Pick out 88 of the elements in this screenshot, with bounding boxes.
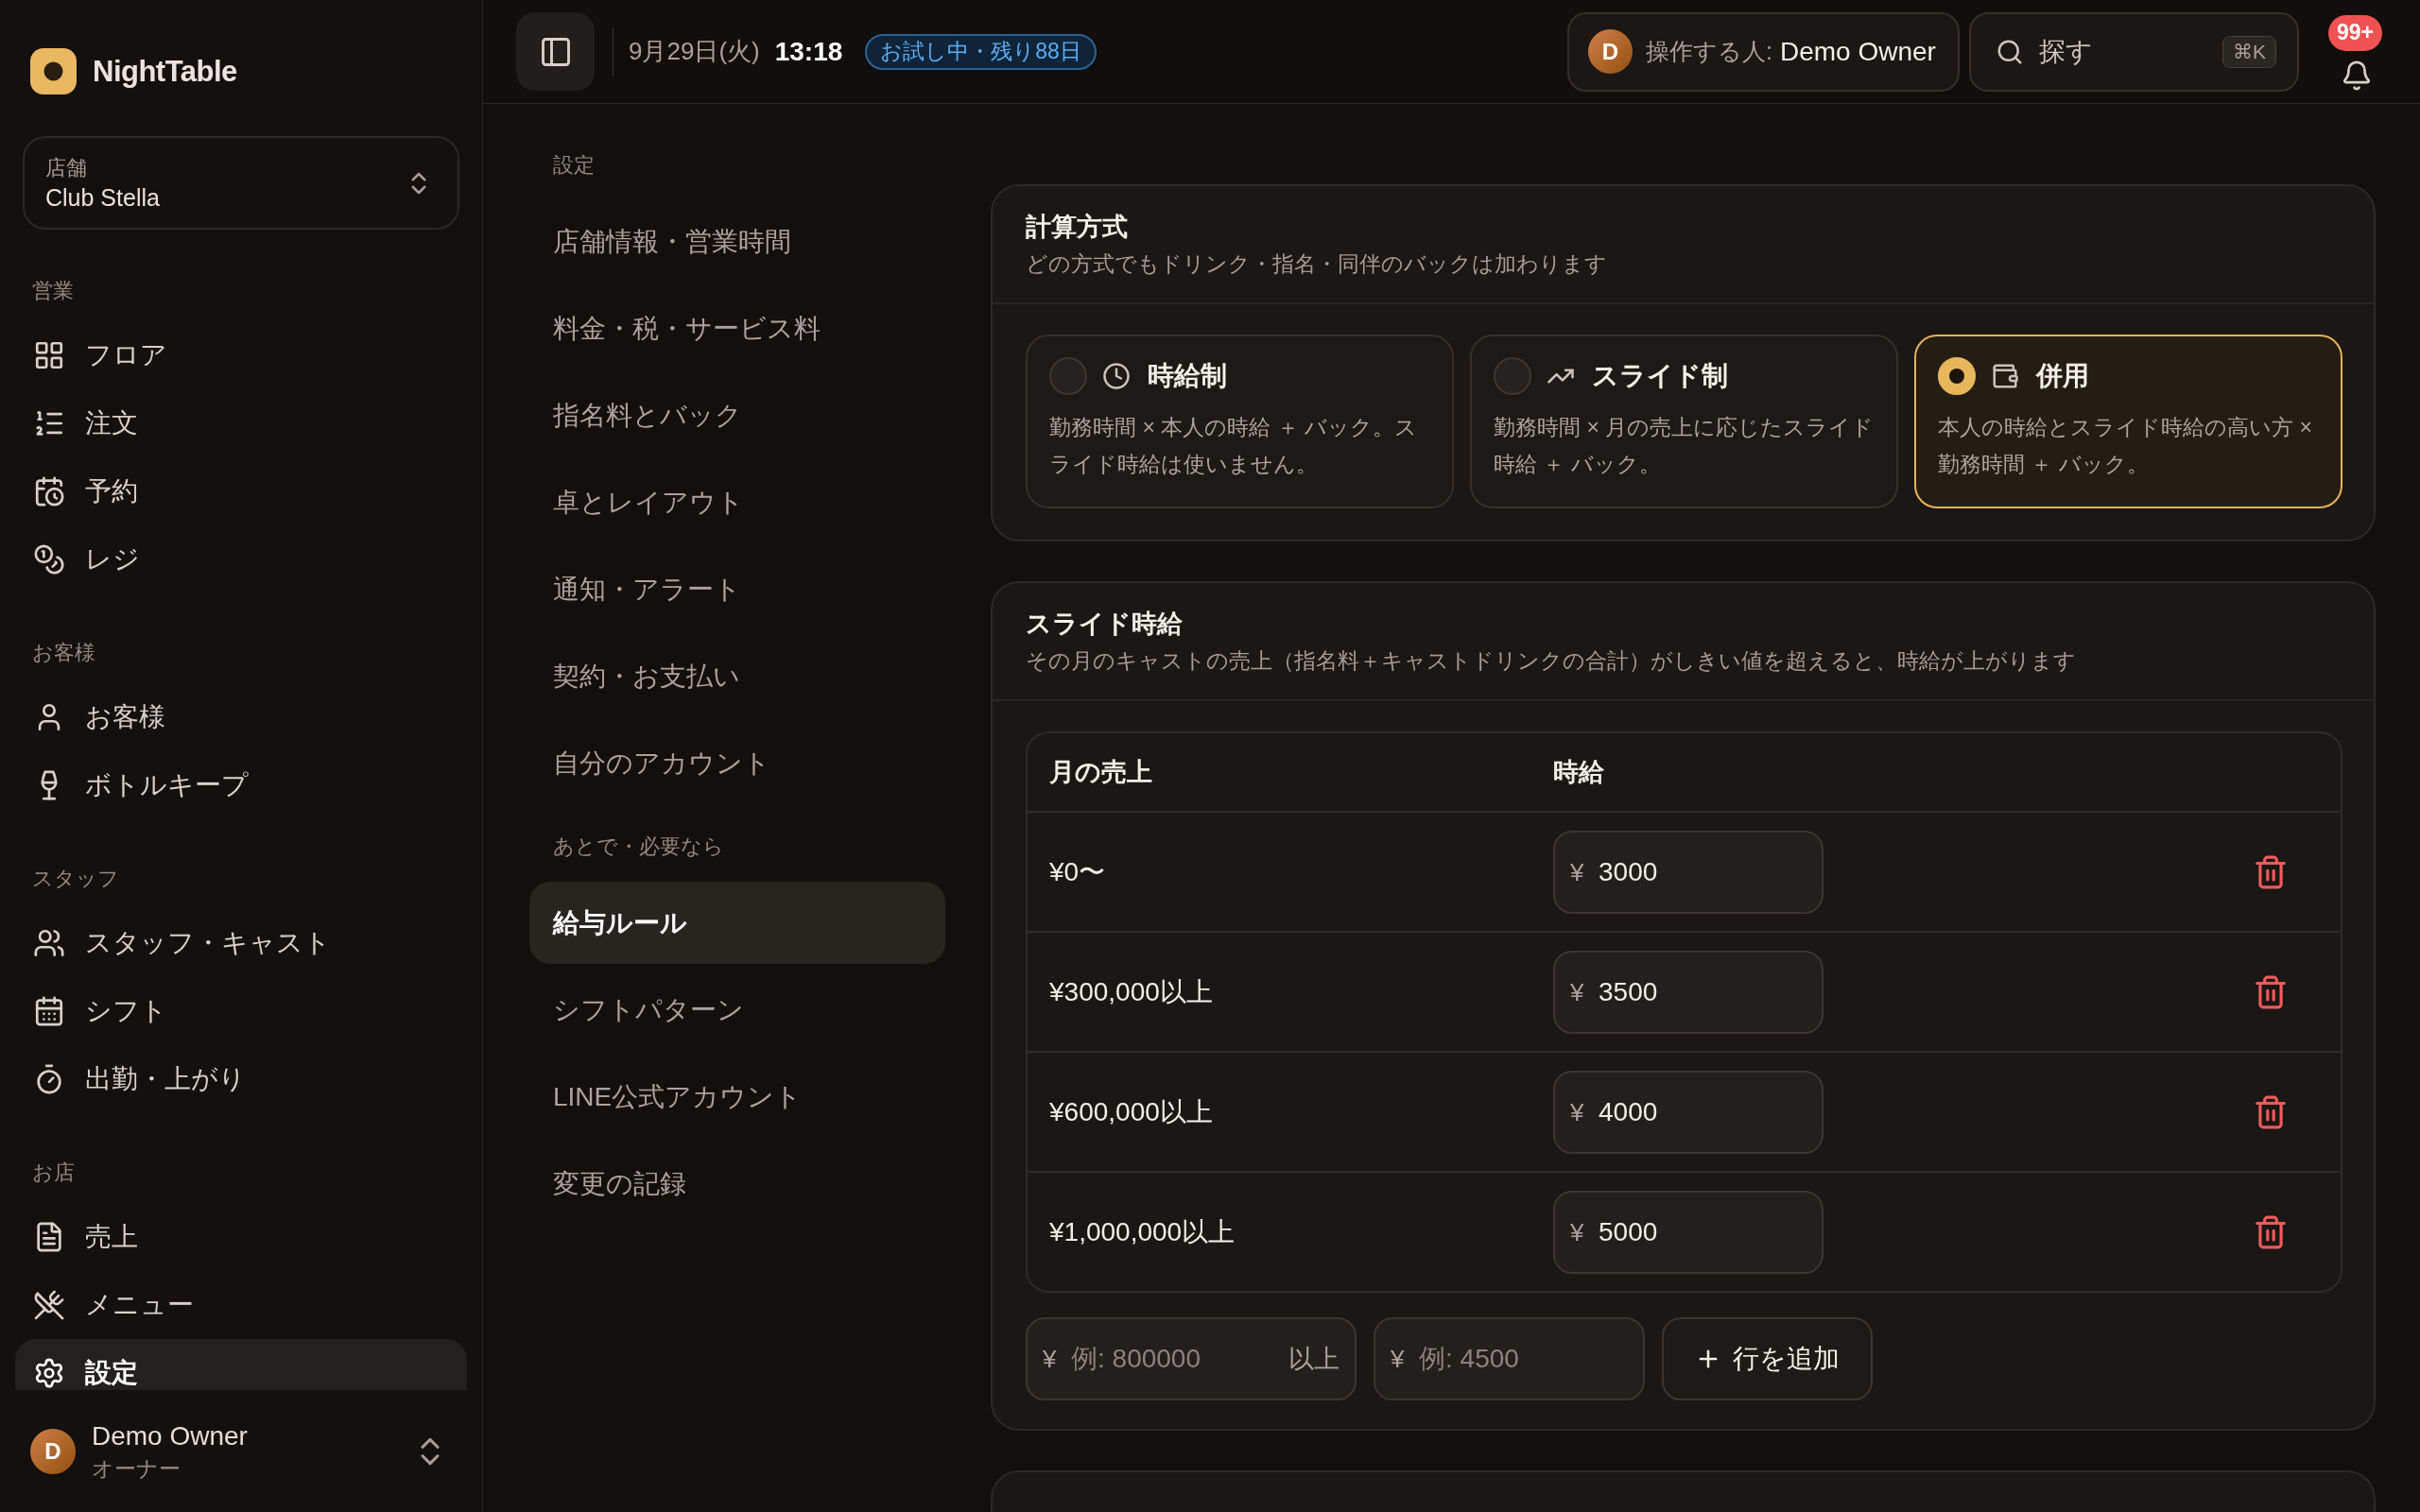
sidebar-item[interactable]: 予約 <box>15 457 467 525</box>
date-text: 9月29日(火) <box>629 36 760 67</box>
clock-icon <box>1102 362 1131 390</box>
people-icon <box>33 927 65 959</box>
user-avatar: D <box>30 1428 76 1474</box>
trash-icon[interactable] <box>2253 853 2289 890</box>
settings-nav-item[interactable]: 卓とレイアウト <box>529 461 945 543</box>
currency-sign: ¥ <box>1570 1097 1584 1126</box>
card-subtitle: どの方式でもドリンク・指名・同伴のバックは加わります <box>1026 250 1607 278</box>
sidebar-item[interactable]: 出勤・上がり <box>15 1045 467 1113</box>
card-title: スライド時給 <box>1026 609 1183 640</box>
trash-icon[interactable] <box>2253 1213 2289 1250</box>
card-title: 計算方式 <box>1026 212 1128 243</box>
nav-section-title: お店 <box>31 1160 76 1186</box>
settings-nav-item[interactable]: 給与ルール <box>529 882 945 964</box>
coins-icon <box>33 543 65 576</box>
store-selector[interactable]: 店舗 Club Stella <box>23 136 459 230</box>
radio-icon <box>1049 357 1087 395</box>
threshold-cell-text: ¥600,000以上 <box>1049 1095 1213 1128</box>
radio-icon <box>1494 357 1531 395</box>
operator-button[interactable]: D 操作する人: Demo Owner <box>1567 11 1960 92</box>
add-row-button[interactable]: 行を追加 <box>1662 1317 1873 1400</box>
sidebar-item[interactable]: スタッフ・キャスト <box>15 909 467 977</box>
currency-sign: ¥ <box>1570 857 1584 886</box>
settings-nav-item[interactable]: 指名料とバック <box>529 374 945 456</box>
threshold-cell-text: ¥1,000,000以上 <box>1049 1215 1236 1248</box>
search-button[interactable]: 探す ⌘K <box>1969 11 2299 92</box>
sidebar-item[interactable]: ボトルキープ <box>15 751 467 819</box>
column-header: 月の売上 <box>1049 757 1152 788</box>
column-header: 時給 <box>1553 757 1604 788</box>
wallet-icon <box>1991 362 2019 390</box>
currency-sign: ¥ <box>1570 977 1584 1006</box>
settings-nav-item[interactable]: 通知・アラート <box>529 548 945 630</box>
sidebar-item[interactable]: メニュー <box>15 1271 467 1339</box>
sidebar-item[interactable]: 注文 <box>15 389 467 457</box>
nav-section-title: お客様 <box>31 640 96 666</box>
currency-sign: ¥ <box>1391 1344 1405 1374</box>
settings-group-title: あとで・必要なら <box>552 833 725 860</box>
settings-nav-item[interactable]: 店舗情報・営業時間 <box>529 200 945 283</box>
calendar-clock-icon <box>33 475 65 507</box>
currency-sign: ¥ <box>1570 1217 1584 1246</box>
sidebar-item[interactable]: 売上 <box>15 1203 467 1271</box>
option-title: 併用 <box>2036 360 2089 392</box>
option-title: 時給制 <box>1148 360 1227 392</box>
nav-section-title: 営業 <box>31 278 75 304</box>
settings-nav-item[interactable]: LINE公式アカウント <box>529 1056 945 1138</box>
radio-icon <box>1938 357 1976 395</box>
settings-nav-item[interactable]: 変更の記録 <box>529 1143 945 1225</box>
fork-knife-icon <box>33 1289 65 1321</box>
threshold-cell-text: ¥300,000以上 <box>1049 975 1213 1008</box>
notification-badge: 99+ <box>2328 14 2382 51</box>
sidebar-item[interactable]: シフト <box>15 977 467 1045</box>
currency-sign: ¥ <box>1043 1344 1057 1374</box>
settings-group-title: 設定 <box>552 152 596 179</box>
settings-nav-item[interactable]: 自分のアカウント <box>529 722 945 804</box>
settings-nav-item[interactable]: シフトパターン <box>529 969 945 1051</box>
trash-icon[interactable] <box>2253 973 2289 1010</box>
option-description: 勤務時間 × 月の売上に応じたスライド時給 ＋ バック。 <box>1494 414 1875 478</box>
sidebar-item[interactable]: フロア <box>15 321 467 389</box>
threshold-cell-text: ¥0〜 <box>1049 855 1106 888</box>
logo-icon <box>30 48 77 94</box>
method-option[interactable]: 時給制 勤務時間 × 本人の時給 ＋ バック。スライド時給は使いません。 <box>1026 335 1454 508</box>
sidebar-toggle-button[interactable] <box>516 12 595 91</box>
sidebar-item[interactable]: 設定 <box>15 1339 467 1390</box>
settings-nav-item[interactable]: 契約・お支払い <box>529 635 945 717</box>
shortcut-key: ⌘K <box>2222 35 2276 68</box>
method-option[interactable]: スライド制 勤務時間 × 月の売上に応じたスライド時給 ＋ バック。 <box>1470 335 1898 508</box>
user-name: Demo Owner <box>92 1419 248 1452</box>
trash-icon[interactable] <box>2253 1093 2289 1130</box>
settings-nav-item[interactable]: 料金・税・サービス料 <box>529 287 945 369</box>
user-role: オーナー <box>92 1454 181 1483</box>
option-description: 本人の時給とスライド時給の高い方 × 勤務時間 ＋ バック。 <box>1938 414 2313 478</box>
user-avatar: D <box>1588 29 1633 74</box>
trial-badge: お試し中・残り88日 <box>865 33 1097 70</box>
bell-icon[interactable] <box>2341 59 2373 92</box>
grid-icon <box>33 339 65 371</box>
option-description: 勤務時間 × 本人の時給 ＋ バック。スライド時給は使いません。 <box>1049 414 1418 478</box>
nav-section-title: スタッフ <box>31 866 120 892</box>
app-name: NightTable <box>93 54 237 89</box>
calendar-icon <box>33 995 65 1027</box>
card-subtitle: その月のキャストの売上（指名料＋キャストドリンクの合計）がしきい値を超えると、時給が上がります <box>1026 647 2076 675</box>
unit-label: 以上 <box>1288 1344 1340 1375</box>
method-option[interactable]: 併用 本人の時給とスライド時給の高い方 × 勤務時間 ＋ バック。 <box>1914 335 2342 508</box>
sidebar-item[interactable]: レジ <box>15 525 467 593</box>
sidebar-item[interactable]: お客様 <box>15 683 467 751</box>
option-title: スライド制 <box>1592 360 1728 392</box>
settings-icon <box>33 1357 65 1389</box>
time-text: 13:18 <box>774 36 843 67</box>
